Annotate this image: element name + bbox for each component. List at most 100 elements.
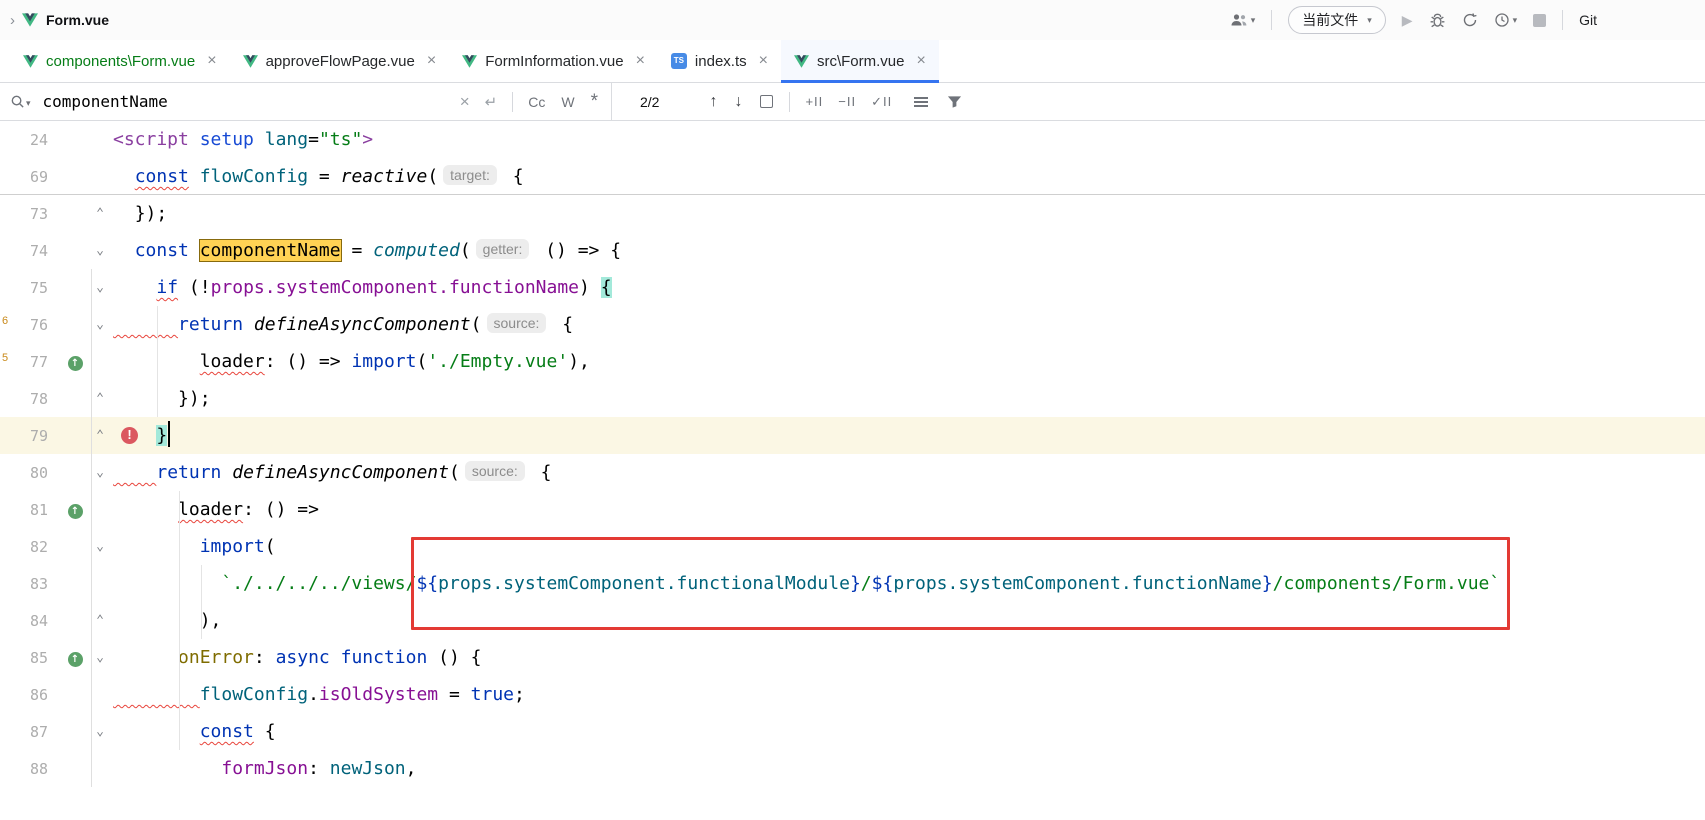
code-text[interactable]: import( xyxy=(113,528,1705,565)
code-line-79[interactable]: 79 ⌃! } xyxy=(0,417,1705,454)
code-text[interactable]: loader: () => import('./Empty.vue'), xyxy=(113,343,1705,380)
code-text[interactable]: }); xyxy=(113,195,1705,232)
fold-marker[interactable]: ⌃ xyxy=(90,613,110,628)
code-line-87[interactable]: 87 ⌄ const { xyxy=(0,713,1705,750)
code-text[interactable]: loader: () => xyxy=(113,491,1705,528)
fold-marker[interactable]: ⌄ xyxy=(90,724,110,739)
line-number[interactable]: 69 xyxy=(0,168,48,186)
fold-marker[interactable]: ⌄ xyxy=(90,650,110,665)
code-text[interactable]: const flowConfig = reactive(target: { xyxy=(113,158,1705,195)
overridden-marker-icon[interactable]: ↑ xyxy=(68,652,83,667)
tab-components-form.vue[interactable]: components\Form.vue× xyxy=(10,40,230,82)
line-number[interactable]: 80 xyxy=(0,464,48,482)
newline-icon[interactable]: ↵ xyxy=(485,93,498,111)
remove-occurrence-icon[interactable]: −II xyxy=(838,94,856,109)
code-text[interactable]: const { xyxy=(113,713,1705,750)
search-input[interactable]: componentName xyxy=(43,92,168,111)
in-selection-icon[interactable] xyxy=(760,95,773,108)
line-number[interactable]: 75 xyxy=(0,279,48,297)
line-number[interactable]: 81 xyxy=(0,501,48,519)
code-line-81[interactable]: 81 ↑ loader: () => xyxy=(0,491,1705,528)
close-icon[interactable]: × xyxy=(427,53,436,69)
code-text[interactable]: formJson: newJson, xyxy=(113,750,1705,787)
code-text[interactable]: }); xyxy=(113,380,1705,417)
line-number[interactable]: 78 xyxy=(0,390,48,408)
fold-marker[interactable]: ⌄ xyxy=(90,465,110,480)
regex-toggle[interactable]: * xyxy=(591,97,598,107)
code-line-82[interactable]: 82 ⌄ import( xyxy=(0,528,1705,565)
fold-marker[interactable]: ⌃ xyxy=(90,428,110,443)
next-match-icon[interactable]: ↓ xyxy=(734,93,742,111)
code-text[interactable]: ), xyxy=(113,602,1705,639)
debug-button[interactable] xyxy=(1429,12,1446,29)
fold-marker[interactable]: ⌄ xyxy=(90,243,110,258)
line-number[interactable]: 82 xyxy=(0,538,48,556)
close-icon[interactable]: × xyxy=(759,53,768,69)
coverage-button[interactable] xyxy=(1462,12,1478,28)
code-line-24[interactable]: 24<script setup lang="ts"> xyxy=(0,121,1705,158)
clear-search-icon[interactable]: × xyxy=(460,92,470,112)
line-number[interactable]: 79 xyxy=(0,427,48,445)
whole-words-toggle[interactable]: W xyxy=(561,94,574,110)
line-number[interactable]: 73 xyxy=(0,205,48,223)
prev-match-icon[interactable]: ↑ xyxy=(709,93,717,111)
fold-marker[interactable]: ⌄ xyxy=(90,280,110,295)
collaboration-icon[interactable]: ▾ xyxy=(1230,12,1256,28)
code-line-69[interactable]: 69 const flowConfig = reactive(target: { xyxy=(0,158,1705,195)
code-text[interactable]: flowConfig.isOldSystem = true; xyxy=(113,676,1705,713)
code-text[interactable]: ! } xyxy=(113,417,1705,454)
line-number[interactable]: 88 xyxy=(0,760,48,778)
tab-approveflowpage.vue[interactable]: approveFlowPage.vue× xyxy=(230,40,450,82)
line-number[interactable]: 87 xyxy=(0,723,48,741)
search-field[interactable]: ▾ componentName × ↵ Cc W * xyxy=(0,83,612,120)
run-button[interactable]: ▶ xyxy=(1402,12,1413,29)
tab-src-form.vue[interactable]: src\Form.vue× xyxy=(781,40,939,82)
fold-marker[interactable]: ⌃ xyxy=(90,391,110,406)
add-occurrence-icon[interactable]: +II xyxy=(805,94,823,109)
filter-lines-icon[interactable] xyxy=(914,95,928,109)
stop-button[interactable] xyxy=(1533,14,1546,27)
close-icon[interactable]: × xyxy=(916,53,925,69)
code-line-74[interactable]: 74 ⌄ const componentName = computed(gette… xyxy=(0,232,1705,269)
select-all-occurrences-icon[interactable]: ✓II xyxy=(871,94,892,110)
code-line-76[interactable]: 676⌄ return defineAsyncComponent(source:… xyxy=(0,306,1705,343)
fold-marker[interactable]: ⌃ xyxy=(90,206,110,221)
parameter-hint[interactable]: getter: xyxy=(476,239,530,259)
run-config-selector[interactable]: 当前文件 ▾ xyxy=(1288,6,1386,34)
parameter-hint[interactable]: source: xyxy=(487,313,547,333)
search-icon[interactable]: ▾ xyxy=(10,94,31,109)
code-line-78[interactable]: 78 ⌃ }); xyxy=(0,380,1705,417)
tab-index.ts[interactable]: TSindex.ts× xyxy=(658,40,781,82)
code-line-73[interactable]: 73 ⌃ }); xyxy=(0,195,1705,232)
overridden-marker-icon[interactable]: ↑ xyxy=(68,504,83,519)
line-number[interactable]: 74 xyxy=(0,242,48,260)
profiler-button[interactable]: ▾ xyxy=(1494,12,1518,28)
code-line-80[interactable]: 80⌄ return defineAsyncComponent(source: … xyxy=(0,454,1705,491)
code-text[interactable]: if (!props.systemComponent.functionName)… xyxy=(113,269,1705,306)
back-chevron-icon[interactable]: › xyxy=(10,12,15,29)
filter-icon[interactable] xyxy=(947,95,962,109)
code-line-84[interactable]: 84⌃ ), xyxy=(0,602,1705,639)
parameter-hint[interactable]: source: xyxy=(465,461,525,481)
error-icon[interactable]: ! xyxy=(121,427,138,444)
code-line-88[interactable]: 88 formJson: newJson, xyxy=(0,750,1705,787)
match-case-toggle[interactable]: Cc xyxy=(528,94,545,110)
close-icon[interactable]: × xyxy=(636,53,645,69)
code-line-85[interactable]: 85 ↑ ⌄ onError: async function () { xyxy=(0,639,1705,676)
git-widget[interactable]: Git xyxy=(1579,12,1597,28)
overridden-marker-icon[interactable]: ↑ xyxy=(68,356,83,371)
tab-forminformation.vue[interactable]: FormInformation.vue× xyxy=(449,40,658,82)
code-line-86[interactable]: 86 flowConfig.isOldSystem = true; xyxy=(0,676,1705,713)
code-text[interactable]: `./../../../views/${props.systemComponen… xyxy=(113,565,1705,602)
fold-marker[interactable]: ⌄ xyxy=(90,317,110,332)
code-text[interactable]: onError: async function () { xyxy=(113,639,1705,676)
fold-marker[interactable]: ⌄ xyxy=(90,539,110,554)
code-text[interactable]: return defineAsyncComponent(source: { xyxy=(113,306,1705,343)
line-number[interactable]: 86 xyxy=(0,686,48,704)
code-line-75[interactable]: 75 ⌄ if (!props.systemComponent.functionN… xyxy=(0,269,1705,306)
code-line-83[interactable]: 83 `./../../../views/${props.systemCompo… xyxy=(0,565,1705,602)
code-text[interactable]: const componentName = computed(getter: (… xyxy=(113,232,1705,269)
line-number[interactable]: 24 xyxy=(0,131,48,149)
line-number[interactable]: 85 xyxy=(0,649,48,667)
code-line-77[interactable]: 577↑ loader: () => import('./Empty.vue')… xyxy=(0,343,1705,380)
